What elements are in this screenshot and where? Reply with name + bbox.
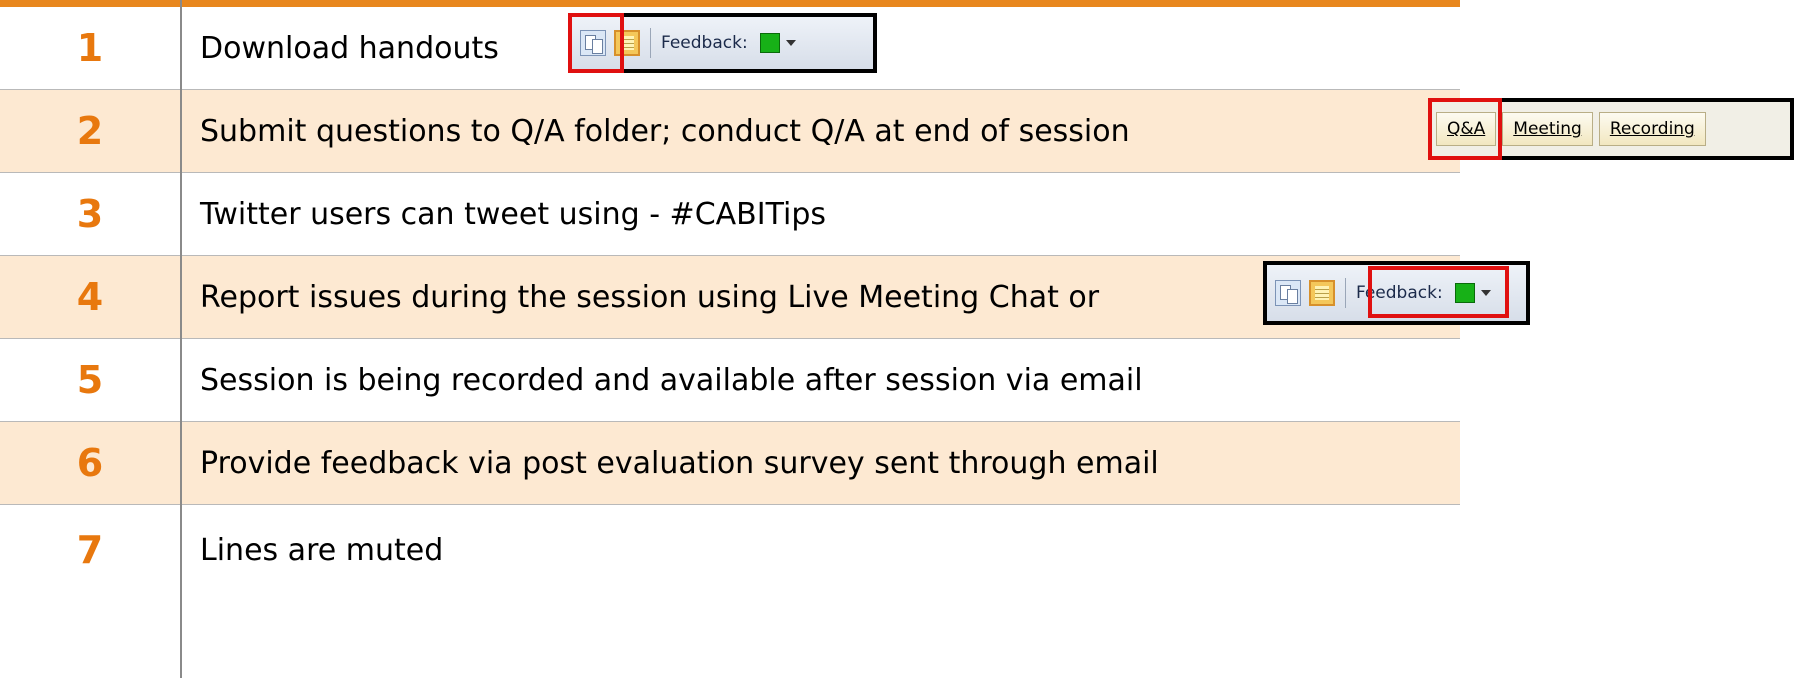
row-number: 6: [76, 441, 104, 485]
handouts-highlight: [568, 13, 624, 73]
tab-meeting[interactable]: Meeting: [1502, 112, 1593, 146]
toolbar-separator: [1345, 278, 1346, 308]
row-text: Submit questions to Q/A folder; conduct …: [200, 113, 1130, 149]
toolbar-separator: [650, 28, 651, 58]
qa-highlight: [1428, 98, 1502, 160]
handouts-icon[interactable]: [1275, 280, 1301, 306]
table-row: 5 Session is being recorded and availabl…: [0, 339, 1460, 422]
top-accent-bar: [0, 0, 1460, 7]
chevron-down-icon[interactable]: [785, 40, 796, 46]
feedback-label: Feedback:: [661, 33, 748, 53]
row-number: 4: [76, 275, 104, 319]
table-row: 7 Lines are muted: [0, 505, 1460, 595]
table-row: 4 Report issues during the session using…: [0, 256, 1460, 339]
notes-icon[interactable]: [1309, 280, 1335, 306]
feedback-highlight: [1368, 266, 1509, 318]
column-divider: [180, 0, 182, 678]
table-row: 3 Twitter users can tweet using - #CABIT…: [0, 173, 1460, 256]
row-number: 7: [76, 528, 104, 572]
row-number: 1: [76, 26, 104, 70]
table-row: 6 Provide feedback via post evaluation s…: [0, 422, 1460, 505]
row-text: Report issues during the session using L…: [200, 279, 1100, 315]
row-text: Provide feedback via post evaluation sur…: [200, 445, 1159, 481]
row-number: 2: [76, 109, 104, 153]
row-number: 3: [76, 192, 104, 236]
row-number: 5: [76, 358, 104, 402]
tab-recording[interactable]: Recording: [1598, 112, 1706, 146]
row-text: Lines are muted: [200, 532, 444, 568]
row-text: Twitter users can tweet using - #CABITip…: [200, 196, 827, 232]
row-text: Download handouts: [200, 30, 499, 66]
feedback-status-icon[interactable]: [759, 33, 780, 53]
row-text: Session is being recorded and available …: [200, 362, 1143, 398]
table-row: 2 Submit questions to Q/A folder; conduc…: [0, 90, 1460, 173]
instructions-table: 1 Download handouts 2 Submit questions t…: [0, 7, 1460, 595]
